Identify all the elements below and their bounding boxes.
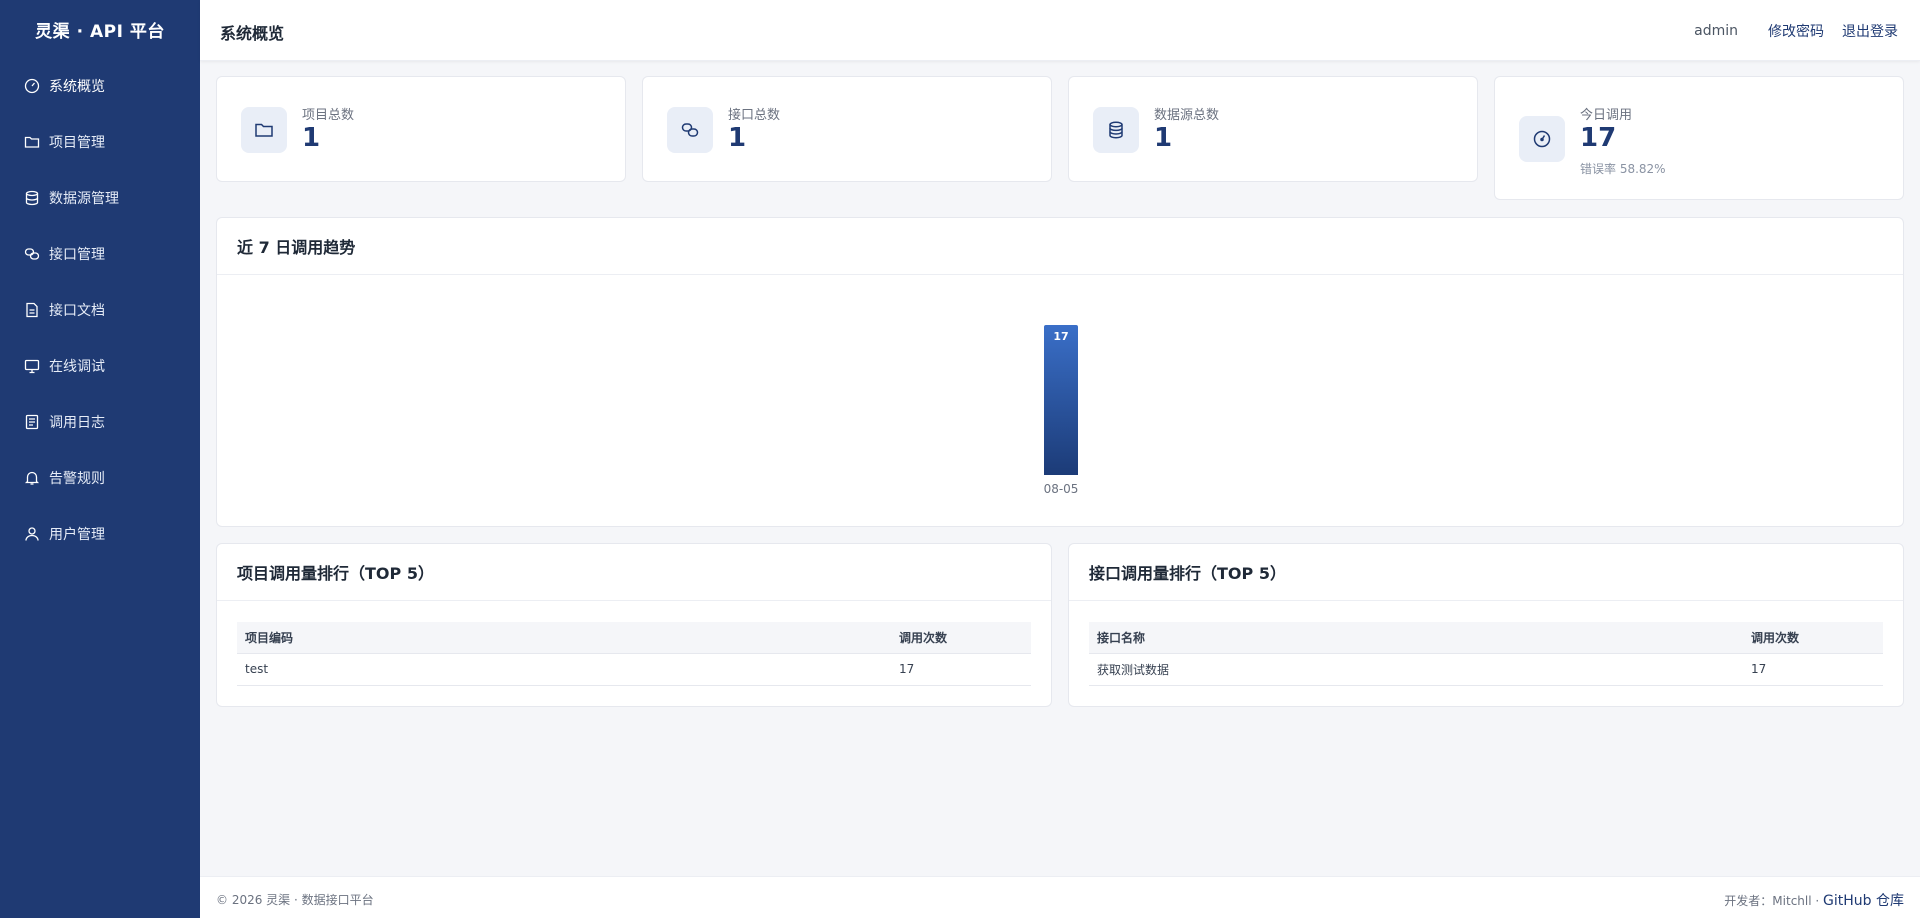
folder-icon xyxy=(241,107,287,153)
logout-link[interactable]: 退出登录 xyxy=(1842,21,1898,41)
column-header: 接口名称 xyxy=(1089,622,1743,654)
sidebar-item-label: 告警规则 xyxy=(49,471,105,487)
project-rank-panel: 项目调用量排行（TOP 5） 项目编码 调用次数 test 17 xyxy=(216,543,1052,707)
project-code-cell: test xyxy=(237,653,891,686)
sidebar-item-label: 项目管理 xyxy=(49,135,105,151)
monitor-icon xyxy=(24,358,40,374)
trend-title: 近 7 日调用趋势 xyxy=(217,218,1903,275)
sidebar-item-label: 数据源管理 xyxy=(49,191,119,207)
sidebar-item-debug[interactable]: 在线调试 xyxy=(0,338,200,394)
sidebar: 灵渠 · API 平台 系统概览 项目管理 数据源管理 接口管理 接口文档 在线… xyxy=(0,0,200,918)
link-icon xyxy=(667,107,713,153)
header-actions: admin 修改密码 退出登录 xyxy=(1694,21,1898,41)
stat-value: 1 xyxy=(728,123,747,153)
api-rank-table: 接口名称 调用次数 获取测试数据 17 xyxy=(1089,622,1883,686)
footer: © 2026 灵渠 · 数据接口平台 开发者：Mitchll · GitHub … xyxy=(200,876,1920,918)
trend-panel: 近 7 日调用趋势 17 08-05 xyxy=(216,217,1904,527)
sidebar-item-label: 用户管理 xyxy=(49,527,105,543)
sidebar-item-projects[interactable]: 项目管理 xyxy=(0,114,200,170)
column-header: 项目编码 xyxy=(237,622,891,654)
chart-bar xyxy=(1044,325,1078,475)
chart-bar-value: 17 xyxy=(1053,330,1069,343)
stat-label: 接口总数 xyxy=(728,108,781,123)
stat-card-apis: 接口总数 1 xyxy=(642,76,1052,182)
change-password-link[interactable]: 修改密码 xyxy=(1768,21,1824,41)
sidebar-item-logs[interactable]: 调用日志 xyxy=(0,394,200,450)
sidebar-item-label: 系统概览 xyxy=(49,79,105,95)
column-header: 调用次数 xyxy=(891,622,1031,654)
sidebar-item-users[interactable]: 用户管理 xyxy=(0,506,200,562)
stat-value: 17 xyxy=(1580,123,1617,153)
database-icon xyxy=(1093,107,1139,153)
stat-card-projects: 项目总数 1 xyxy=(216,76,626,182)
table-row: 获取测试数据 17 xyxy=(1089,653,1883,686)
current-user: admin xyxy=(1694,23,1738,39)
trend-chart: 17 08-05 xyxy=(217,276,1903,526)
call-count-cell: 17 xyxy=(1743,653,1883,686)
link-icon xyxy=(24,246,40,262)
project-rank-table: 项目编码 调用次数 test 17 xyxy=(237,622,1031,686)
sidebar-item-docs[interactable]: 接口文档 xyxy=(0,282,200,338)
stat-value: 1 xyxy=(1154,123,1173,153)
document-icon xyxy=(24,302,40,318)
github-link[interactable]: GitHub 仓库 xyxy=(1823,893,1904,909)
stat-value: 1 xyxy=(302,123,321,153)
user-icon xyxy=(24,526,40,542)
api-rank-title: 接口调用量排行（TOP 5） xyxy=(1069,544,1903,601)
footer-credits: 开发者：Mitchll · GitHub 仓库 xyxy=(1724,890,1904,910)
sidebar-item-label: 调用日志 xyxy=(49,415,105,431)
stat-label: 数据源总数 xyxy=(1154,108,1220,123)
sidebar-item-overview[interactable]: 系统概览 xyxy=(0,58,200,114)
table-header-row: 项目编码 调用次数 xyxy=(237,622,1031,654)
sidebar-item-label: 在线调试 xyxy=(49,359,105,375)
stat-label: 项目总数 xyxy=(302,108,355,123)
page-title: 系统概览 xyxy=(220,24,285,43)
project-rank-title: 项目调用量排行（TOP 5） xyxy=(217,544,1051,601)
sidebar-item-datasources[interactable]: 数据源管理 xyxy=(0,170,200,226)
error-rate: 错误率 58.82% xyxy=(1580,162,1666,176)
chart-x-tick: 08-05 xyxy=(1043,482,1079,496)
gauge-icon xyxy=(24,78,40,94)
stat-label: 今日调用 xyxy=(1580,108,1633,123)
sidebar-item-label: 接口管理 xyxy=(49,247,105,263)
sidebar-item-apis[interactable]: 接口管理 xyxy=(0,226,200,282)
folder-icon xyxy=(24,134,40,150)
sidebar-item-label: 接口文档 xyxy=(49,303,105,319)
stat-card-today-calls: 今日调用 17 错误率 58.82% xyxy=(1494,76,1904,200)
gauge-icon xyxy=(1519,116,1565,162)
log-icon xyxy=(24,414,40,430)
database-icon xyxy=(24,190,40,206)
call-count-cell: 17 xyxy=(891,653,1031,686)
table-header-row: 接口名称 调用次数 xyxy=(1089,622,1883,654)
column-header: 调用次数 xyxy=(1743,622,1883,654)
sidebar-nav: 系统概览 项目管理 数据源管理 接口管理 接口文档 在线调试 调用日志 告警规则… xyxy=(0,58,200,562)
footer-developer: 开发者：Mitchll · xyxy=(1724,894,1820,908)
brand-title: 灵渠 · API 平台 xyxy=(35,21,165,42)
footer-copyright: © 2026 灵渠 · 数据接口平台 xyxy=(216,893,374,907)
stat-card-datasources: 数据源总数 1 xyxy=(1068,76,1478,182)
table-row: test 17 xyxy=(237,653,1031,686)
api-rank-panel: 接口调用量排行（TOP 5） 接口名称 调用次数 获取测试数据 17 xyxy=(1068,543,1904,707)
bell-icon xyxy=(24,470,40,486)
sidebar-item-alerts[interactable]: 告警规则 xyxy=(0,450,200,506)
api-name-cell: 获取测试数据 xyxy=(1089,653,1743,686)
top-header: 系统概览 admin 修改密码 退出登录 xyxy=(200,0,1920,61)
